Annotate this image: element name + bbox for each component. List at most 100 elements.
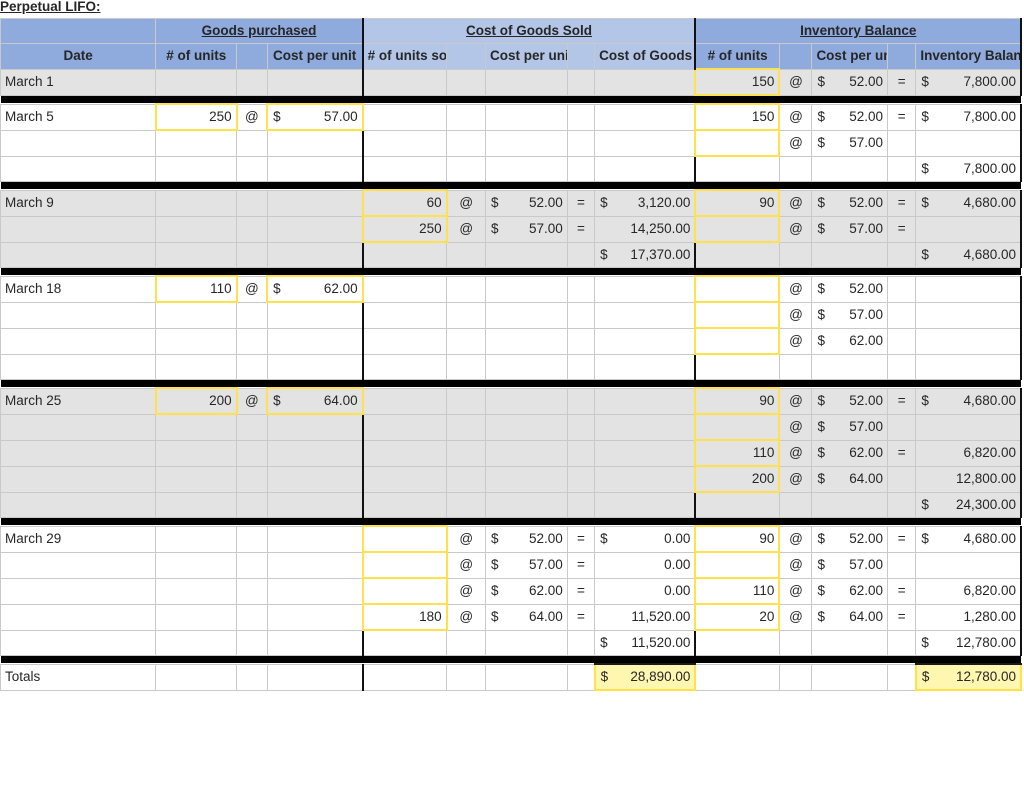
gp-cost-per-unit-input[interactable]: $64.00 <box>266 387 364 415</box>
cogs-units-sold-input[interactable]: 180 <box>361 603 448 631</box>
currency-symbol: $ <box>490 530 499 546</box>
cell-value: 52.00 <box>849 530 884 546</box>
equals-symbol-inv <box>887 241 917 268</box>
at-symbol-cogs <box>446 155 486 182</box>
at-symbol-cogs: @ <box>446 189 486 217</box>
block-divider <box>0 181 1021 190</box>
inv-units-input[interactable] <box>694 129 781 157</box>
inv-cost-per-unit: $57.00 <box>811 413 889 441</box>
cell-value: 57.00 <box>529 556 563 572</box>
inv-units-input[interactable]: 200 <box>694 465 781 493</box>
inv-units-input[interactable]: 110 <box>694 439 781 467</box>
table-row: $11,520.00 $12,780.00 <box>0 629 1023 656</box>
cogs-amount: $0.00 <box>594 525 696 553</box>
header-inv-eq <box>887 43 917 70</box>
date-cell: March 25 <box>0 387 157 415</box>
at-symbol-cogs: @ <box>446 215 486 243</box>
inv-units-input[interactable]: 110 <box>694 577 781 605</box>
cogs-units-sold-input[interactable] <box>361 525 448 553</box>
cell-value: 62.00 <box>849 332 884 348</box>
table-row <box>0 353 1023 380</box>
inv-units-input[interactable] <box>694 413 781 441</box>
gp-units-input <box>155 439 238 467</box>
date-cell-empty <box>0 327 157 355</box>
cogs-amount <box>594 327 696 355</box>
equals-symbol-cogs <box>566 129 596 157</box>
inv-units-input[interactable] <box>694 301 781 329</box>
equals-symbol-cogs <box>566 155 596 182</box>
totals-cogs-amount[interactable]: $28,890.00 <box>593 663 697 691</box>
header-column-row: Date # of units Cost per unit # of units… <box>0 43 1023 70</box>
inv-units-input[interactable]: 90 <box>694 525 781 553</box>
inv-units-input[interactable] <box>694 551 781 579</box>
inv-cost-per-unit <box>811 155 889 182</box>
cogs-amount: 11,520.00 <box>594 603 696 631</box>
inv-units-input[interactable] <box>694 275 781 303</box>
table-row: @ $57.00 = 0.00 @ $57.00 <box>0 551 1023 579</box>
cogs-amount <box>594 301 696 329</box>
cogs-units-sold-input[interactable] <box>361 577 448 605</box>
inv-balance-amount <box>915 327 1023 355</box>
gp-units-input <box>155 215 238 243</box>
totals-gp-units <box>155 663 238 691</box>
gp-units-input[interactable]: 200 <box>154 387 238 415</box>
inv-units-input[interactable]: 20 <box>694 603 781 631</box>
at-symbol-inv: @ <box>778 551 813 579</box>
cogs-units-sold-input[interactable]: 60 <box>361 189 448 217</box>
totals-cogs-cpu <box>484 663 568 691</box>
at-symbol-gp <box>236 413 268 441</box>
inv-units-input[interactable] <box>694 215 781 243</box>
at-symbol-cogs <box>446 629 486 656</box>
equals-symbol-cogs <box>566 353 596 380</box>
equals-symbol-inv: = <box>887 215 917 243</box>
cogs-units-sold-input[interactable] <box>361 551 448 579</box>
inv-units-input[interactable]: 90 <box>694 387 781 415</box>
cogs-units-sold-input <box>361 439 448 467</box>
at-symbol-gp: @ <box>236 103 268 131</box>
gp-cost-per-unit-input[interactable]: $62.00 <box>266 275 364 303</box>
currency-symbol: $ <box>817 220 825 236</box>
date-cell-empty <box>0 129 157 157</box>
at-symbol-inv: @ <box>778 577 813 605</box>
table-row: March 5 250 @ $57.00 150 @ $52.00 = $7,800.00 <box>0 103 1023 131</box>
inv-cost-per-unit <box>811 629 889 656</box>
inv-units-input[interactable]: 150 <box>694 103 781 131</box>
gp-units-input[interactable]: 110 <box>154 275 238 303</box>
inv-units-input[interactable] <box>694 327 781 355</box>
equals-symbol-cogs: = <box>566 525 596 553</box>
gp-cost-per-unit-input[interactable]: $57.00 <box>266 103 364 131</box>
currency-symbol: $ <box>817 134 825 150</box>
totals-inv-balance[interactable]: $12,780.00 <box>914 663 1023 691</box>
cogs-amount: 0.00 <box>594 577 696 605</box>
gp-units-input[interactable]: 250 <box>154 103 238 131</box>
inv-balance-amount: 1,280.00 <box>915 603 1023 631</box>
cogs-cost-per-unit <box>484 413 568 441</box>
table-row: March 25 200 @ $64.00 90 @ $52.00 = $4,680.00 <box>0 387 1023 415</box>
inv-subtotal <box>915 353 1023 380</box>
cogs-units-sold-input[interactable]: 250 <box>361 215 448 243</box>
equals-symbol-inv <box>887 275 917 303</box>
inv-cost-per-unit: $64.00 <box>811 465 889 493</box>
equals-symbol-cogs <box>566 241 596 268</box>
gp-units-input <box>155 577 238 605</box>
date-cell-empty <box>0 241 157 268</box>
cogs-amount <box>594 465 696 493</box>
cell-value: 4,680.00 <box>963 194 1016 210</box>
currency-symbol: $ <box>817 530 825 546</box>
table-row: March 18 110 @ $62.00 @ $52.00 <box>0 275 1023 303</box>
inv-units-input[interactable]: 150 <box>694 68 781 96</box>
at-symbol-cogs: @ <box>446 551 486 579</box>
inv-balance-amount <box>915 129 1023 157</box>
inv-units-input[interactable]: 90 <box>694 189 781 217</box>
cogs-cost-per-unit <box>484 387 568 415</box>
cogs-amount <box>594 439 696 467</box>
cell-value: 4,680.00 <box>963 530 1016 546</box>
at-symbol-gp <box>236 353 268 380</box>
cogs-units-sold-input <box>361 103 448 131</box>
table-row: @ $57.00 <box>0 413 1023 441</box>
at-symbol-inv: @ <box>778 439 813 467</box>
header-gp-units: # of units <box>155 43 238 70</box>
equals-symbol-cogs <box>566 68 596 96</box>
block-divider-bar <box>0 379 1021 388</box>
inv-units-input <box>694 629 780 656</box>
